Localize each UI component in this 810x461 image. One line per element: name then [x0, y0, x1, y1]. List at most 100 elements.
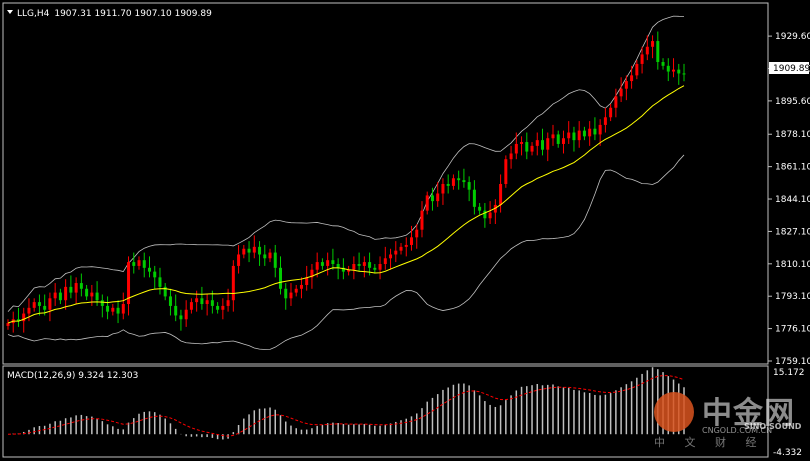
price-tick-label: 1895.60	[775, 97, 810, 107]
candle-body	[483, 210, 487, 219]
price-tick-label: 1827.10	[775, 227, 810, 237]
candle-body	[541, 140, 545, 150]
price-tick-label: 1861.10	[775, 163, 810, 173]
candle-body	[95, 292, 99, 301]
candle-body	[242, 248, 246, 255]
candle-body	[315, 262, 319, 270]
candle-body	[27, 307, 31, 314]
candle-body	[551, 134, 555, 139]
candle-body	[598, 124, 602, 135]
candle-body	[284, 288, 288, 299]
candle-body	[677, 69, 681, 74]
chart-header: LLG,H4 1907.31 1911.70 1907.10 1909.89	[17, 9, 212, 19]
candle-body	[74, 283, 78, 293]
candle-body	[210, 300, 214, 306]
candle-body	[116, 307, 120, 314]
candle-body	[593, 128, 597, 135]
price-tick-label: 1810.10	[775, 260, 810, 270]
candle-body	[619, 88, 623, 97]
candle-body	[546, 138, 550, 150]
candle-body	[43, 305, 47, 310]
bollinger-bands	[7, 15, 685, 350]
candle-body	[352, 264, 356, 270]
candle-body	[168, 296, 172, 306]
candle-body	[6, 323, 10, 326]
candle-body	[111, 307, 115, 312]
candle-body	[326, 260, 330, 266]
candle-body	[478, 206, 482, 211]
candle-body	[609, 107, 613, 118]
candle-body	[415, 229, 419, 238]
candle-body	[69, 286, 73, 293]
candle-body	[263, 254, 267, 259]
candle-body	[32, 302, 36, 308]
price-tick-label: 1776.10	[775, 325, 810, 335]
candle-body	[184, 309, 188, 320]
candle-body	[567, 132, 571, 139]
candle-body	[399, 246, 403, 251]
lower-band	[7, 154, 685, 350]
candle-body	[535, 140, 539, 146]
candle-body	[656, 41, 660, 63]
candle-body	[221, 305, 225, 310]
candle-body	[645, 46, 649, 55]
candle-body	[53, 292, 57, 299]
ma-line	[7, 85, 685, 324]
candle-body	[682, 73, 686, 75]
macd-bottom-value: -4.332	[773, 448, 802, 458]
candle-body	[441, 183, 445, 194]
candle-body	[48, 298, 52, 310]
candle-body	[410, 237, 414, 245]
candle-body	[64, 286, 68, 301]
candle-body	[420, 210, 424, 230]
candle-body	[158, 277, 162, 287]
candle-body	[252, 246, 256, 253]
candle-body	[58, 292, 62, 301]
candle-body	[451, 178, 455, 186]
candle-body	[446, 183, 450, 186]
moving-average	[7, 85, 685, 324]
chevron-down-icon[interactable]	[7, 10, 13, 14]
macd-top-value: 15.172	[773, 368, 805, 378]
candle-body	[635, 63, 639, 76]
candle-body	[174, 305, 178, 316]
candle-body	[362, 262, 366, 266]
candle-body	[79, 283, 83, 289]
candle-body	[436, 193, 440, 202]
candle-body	[278, 267, 282, 289]
candle-body	[258, 246, 262, 255]
candle-body	[357, 264, 361, 266]
candle-body	[378, 264, 382, 270]
candle-body	[100, 300, 104, 306]
candle-body	[37, 302, 41, 306]
candle-body	[572, 132, 576, 141]
candle-body	[457, 178, 461, 181]
price-axis: 1929.601912.601895.601878.101861.101844.…	[768, 32, 810, 367]
candle-body	[614, 96, 618, 108]
candle-body	[85, 288, 89, 297]
candle-body	[336, 264, 340, 268]
candle-body	[231, 265, 235, 301]
macd-label: MACD(12,26,9) 9.324 12.303	[7, 371, 138, 381]
candle-body	[488, 212, 492, 219]
candle-body	[189, 302, 193, 310]
candle-body	[200, 298, 204, 305]
candle-body	[132, 262, 136, 266]
price-tick-label: 1878.10	[775, 130, 810, 140]
candle-body	[331, 260, 335, 265]
candle-body	[661, 62, 665, 66]
candle-body	[137, 260, 141, 266]
candle-body	[672, 69, 676, 72]
candle-body	[142, 260, 146, 268]
price-tick-label: 1844.10	[775, 195, 810, 205]
candle-body	[588, 128, 592, 137]
candle-body	[603, 117, 607, 125]
candle-body	[666, 65, 670, 72]
candle-body	[268, 252, 272, 259]
candle-body	[205, 300, 209, 305]
candle-body	[514, 143, 518, 154]
candle-body	[106, 305, 110, 312]
candle-body	[226, 300, 230, 306]
candle-body	[195, 298, 199, 303]
candle-body	[247, 248, 251, 253]
